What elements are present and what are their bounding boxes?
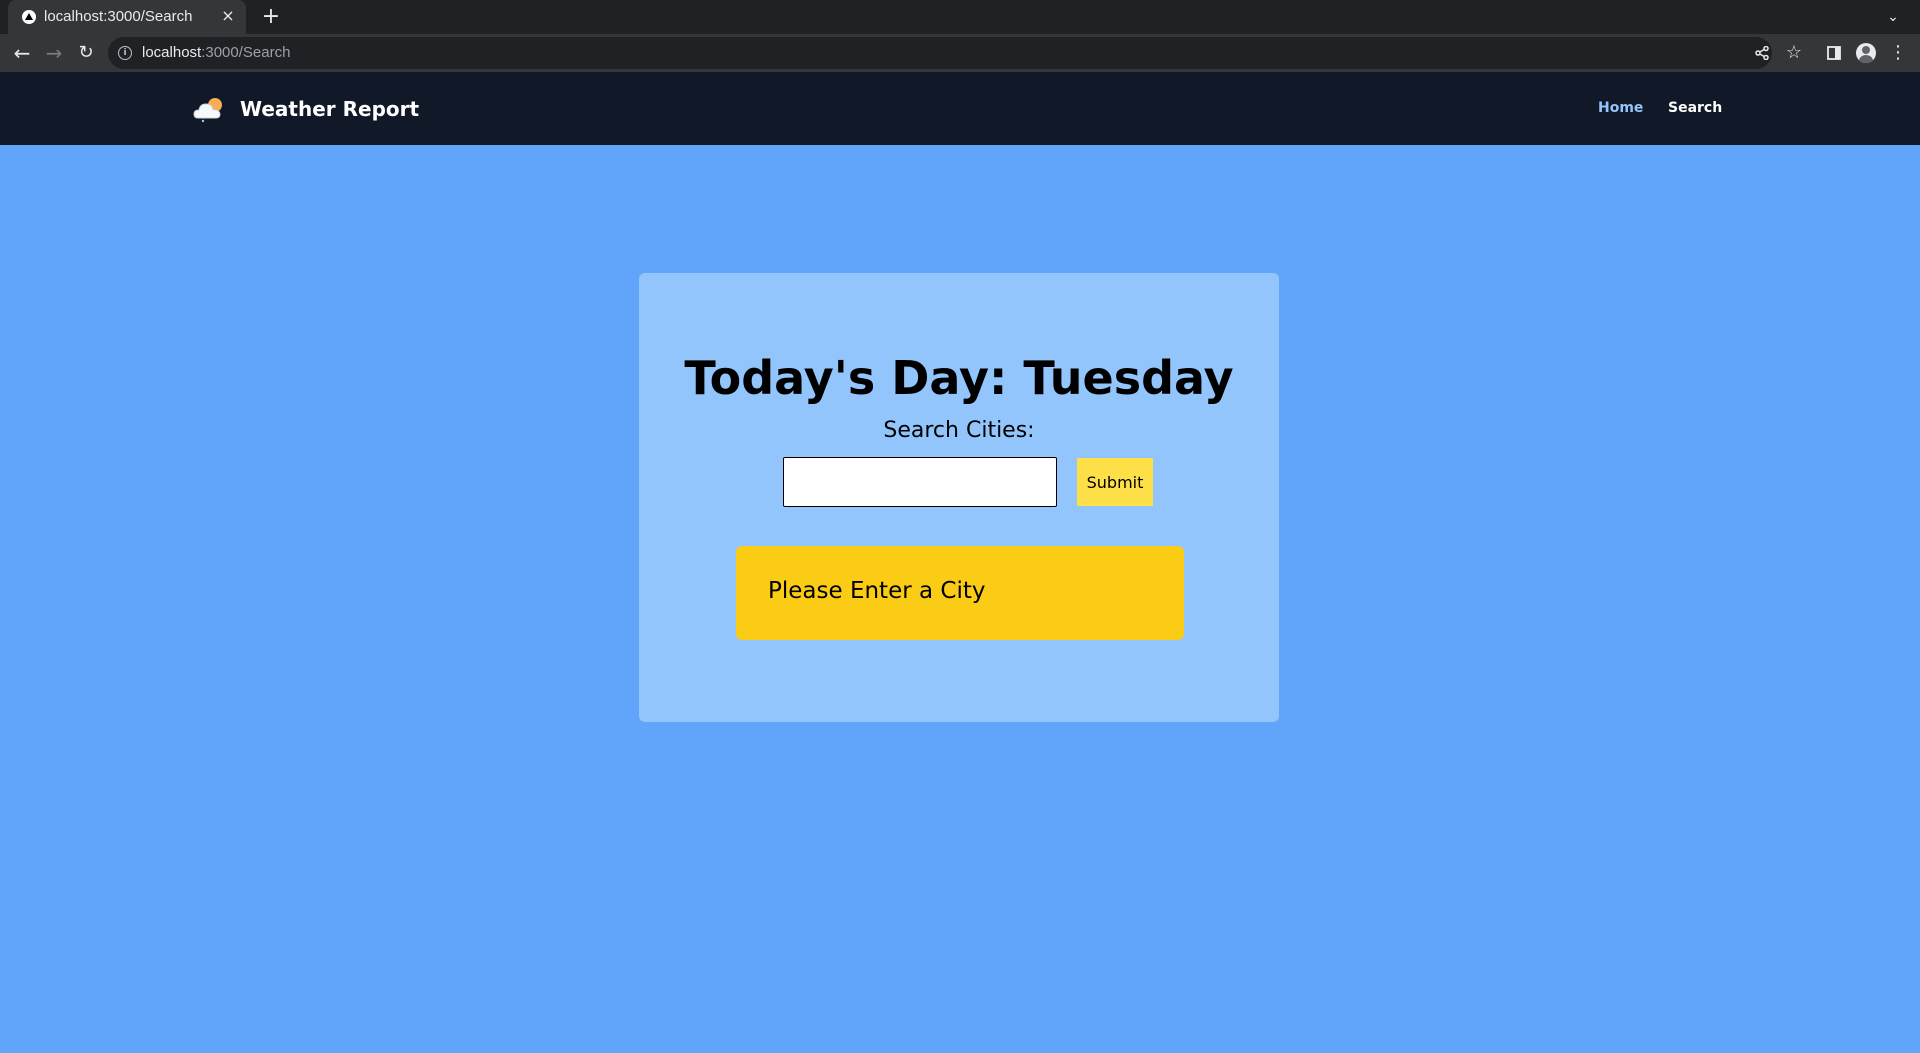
menu-icon[interactable]: ⋮ — [1884, 39, 1912, 67]
brand[interactable]: Weather Report — [192, 94, 419, 124]
tab-search-chevron-icon[interactable]: ⌄ — [1882, 6, 1904, 28]
browser-tab[interactable]: localhost:3000/Search × — [8, 0, 246, 34]
address-bar[interactable]: i localhost:3000/Search — [108, 37, 1772, 69]
message-box: Please Enter a City — [736, 546, 1184, 640]
message-text: Please Enter a City — [768, 578, 986, 604]
star-icon[interactable]: ☆ — [1780, 39, 1808, 67]
page-title: Today's Day: Tuesday — [684, 351, 1234, 405]
profile-icon[interactable] — [1856, 43, 1876, 63]
info-icon[interactable]: i — [118, 46, 132, 60]
url-path: :3000/Search — [201, 44, 291, 61]
forward-icon[interactable]: → — [40, 39, 68, 67]
share-icon[interactable] — [1748, 39, 1776, 67]
brand-name: Weather Report — [240, 97, 420, 121]
nav-link-search[interactable]: Search — [1668, 100, 1722, 116]
submit-button[interactable]: Submit — [1077, 458, 1153, 506]
url-text: localhost:3000/Search — [142, 44, 290, 61]
reload-icon[interactable]: ↻ — [72, 39, 100, 67]
site-navbar: Weather Report Home Search — [0, 72, 1920, 145]
url-host: localhost — [142, 44, 202, 61]
favicon-icon — [22, 10, 36, 24]
side-panel-icon[interactable] — [1820, 39, 1848, 67]
close-tab-icon[interactable]: × — [218, 6, 238, 26]
browser-tabstrip: localhost:3000/Search × + ⌄ — [0, 0, 1920, 34]
search-label: Search Cities: — [883, 418, 1035, 443]
tab-title: localhost:3000/Search — [44, 8, 193, 25]
search-card: Today's Day: Tuesday Search Cities: Subm… — [639, 273, 1279, 722]
weather-logo-icon — [193, 98, 222, 123]
new-tab-button[interactable]: + — [258, 4, 284, 30]
back-icon[interactable]: ← — [8, 39, 36, 67]
browser-toolbar: ← → ↻ i localhost:3000/Search ☆ ⋮ — [0, 34, 1920, 73]
city-search-input[interactable] — [783, 457, 1057, 507]
nav-link-home[interactable]: Home — [1598, 100, 1643, 116]
